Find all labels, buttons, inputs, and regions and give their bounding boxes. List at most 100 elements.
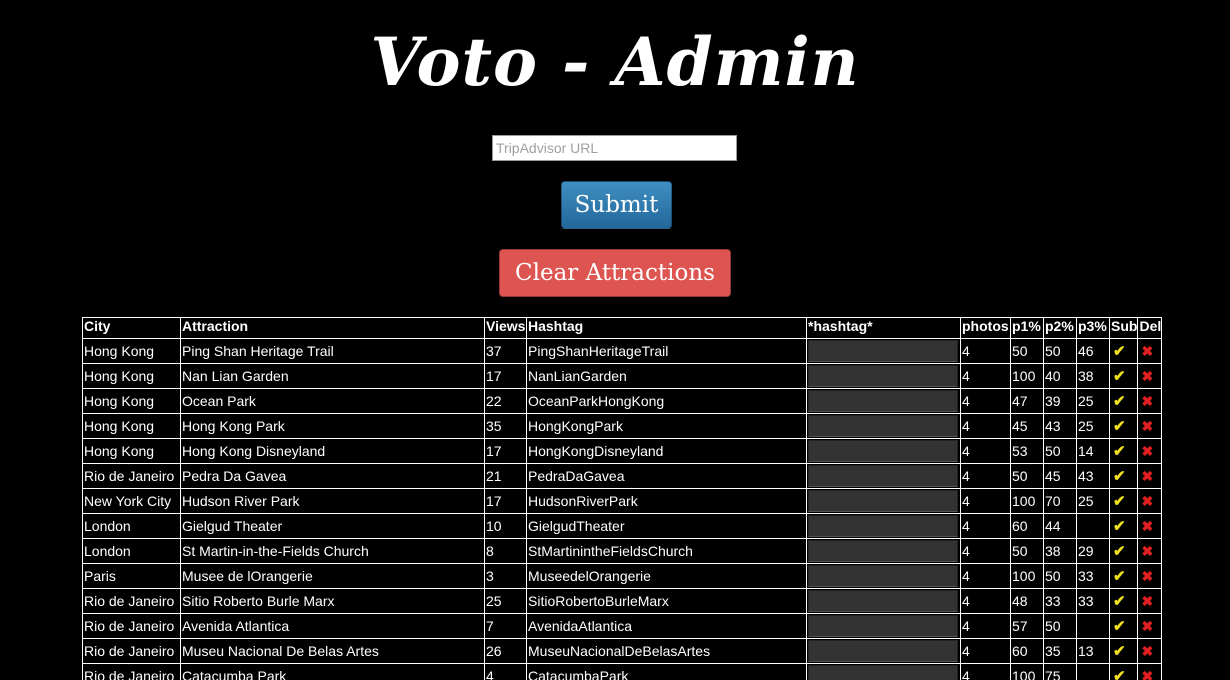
table-row: Hong Kong Hong Kong Disneyland 17 HongKongD…	[82, 438, 1163, 464]
cell-sub: ✔	[1108, 538, 1139, 564]
cell-del: ✖	[1137, 338, 1163, 364]
check-icon[interactable]: ✔	[1111, 518, 1126, 535]
check-icon[interactable]: ✔	[1111, 343, 1126, 360]
cell-sub: ✔	[1108, 613, 1139, 639]
cell-p3: 43	[1076, 463, 1110, 489]
table-row: Hong Kong Hong Kong Park 35 HongKongPark 4 45…	[82, 413, 1163, 439]
cell-city: Hong Kong	[82, 388, 181, 414]
cell-p1: 45	[1010, 413, 1044, 439]
cell-p2: 50	[1043, 563, 1077, 589]
cell-photos: 4	[960, 663, 1011, 680]
table-row: Hong Kong Ping Shan Heritage Trail 37 PingS…	[82, 338, 1163, 364]
cell-del: ✖	[1137, 488, 1163, 514]
delete-x-icon[interactable]: ✖	[1139, 468, 1153, 484]
cell-city: Hong Kong	[82, 413, 181, 439]
cell-hashtag-edit	[806, 613, 961, 639]
cell-hashtag-edit	[806, 463, 961, 489]
hashtag-input[interactable]	[808, 565, 958, 587]
delete-x-icon[interactable]: ✖	[1139, 543, 1153, 559]
cell-attraction: Nan Lian Garden	[180, 363, 485, 389]
check-icon[interactable]: ✔	[1111, 543, 1126, 560]
cell-hashtag-edit	[806, 663, 961, 680]
check-icon[interactable]: ✔	[1111, 593, 1126, 610]
hashtag-input[interactable]	[808, 365, 958, 387]
delete-x-icon[interactable]: ✖	[1139, 368, 1153, 384]
delete-x-icon[interactable]: ✖	[1139, 443, 1153, 459]
table-row: Rio de Janeiro Sitio Roberto Burle Marx 25…	[82, 588, 1163, 614]
cell-sub: ✔	[1108, 663, 1139, 680]
cell-p2: 44	[1043, 513, 1077, 539]
check-icon[interactable]: ✔	[1111, 493, 1126, 510]
hashtag-input[interactable]	[808, 540, 958, 562]
hashtag-input[interactable]	[808, 440, 958, 462]
delete-x-icon[interactable]: ✖	[1139, 393, 1153, 409]
check-icon[interactable]: ✔	[1111, 468, 1126, 485]
clear-attractions-button[interactable]: Clear Attractions	[499, 249, 731, 297]
cell-photos: 4	[960, 513, 1011, 539]
check-icon[interactable]: ✔	[1111, 393, 1126, 410]
cell-photos: 4	[960, 488, 1011, 514]
hashtag-input[interactable]	[808, 390, 958, 412]
delete-x-icon[interactable]: ✖	[1139, 618, 1153, 634]
header-views: Views	[484, 317, 527, 339]
submit-button[interactable]: Submit	[561, 181, 672, 229]
check-icon[interactable]: ✔	[1111, 618, 1126, 635]
tripadvisor-url-input[interactable]	[492, 135, 737, 161]
delete-x-icon[interactable]: ✖	[1139, 643, 1153, 659]
cell-views: 17	[484, 363, 527, 389]
hashtag-input[interactable]	[808, 515, 958, 537]
cell-p1: 60	[1010, 513, 1044, 539]
cell-views: 10	[484, 513, 527, 539]
cell-sub: ✔	[1108, 638, 1139, 664]
cell-hashtag-edit	[806, 563, 961, 589]
check-icon[interactable]: ✔	[1111, 643, 1126, 660]
table-row: Rio de Janeiro Avenida Atlantica 7 AvenidaA…	[82, 613, 1163, 639]
cell-sub: ✔	[1108, 413, 1139, 439]
check-icon[interactable]: ✔	[1111, 668, 1126, 680]
check-icon[interactable]: ✔	[1111, 443, 1126, 460]
cell-views: 35	[484, 413, 527, 439]
cell-photos: 4	[960, 363, 1011, 389]
cell-city: Hong Kong	[82, 338, 181, 364]
table-row: Paris Musee de lOrangerie 3 MuseedelOranger…	[82, 563, 1163, 589]
delete-x-icon[interactable]: ✖	[1139, 343, 1153, 359]
cell-sub: ✔	[1108, 463, 1139, 489]
delete-x-icon[interactable]: ✖	[1139, 493, 1153, 509]
hashtag-input[interactable]	[808, 590, 958, 612]
cell-city: Hong Kong	[82, 438, 181, 464]
cell-hashtag: CatacumbaPark	[526, 663, 807, 680]
check-icon[interactable]: ✔	[1111, 418, 1126, 435]
header-hashtag: Hashtag	[526, 317, 807, 339]
cell-hashtag: SitioRobertoBurleMarx	[526, 588, 807, 614]
cell-hashtag: PedraDaGavea	[526, 463, 807, 489]
delete-x-icon[interactable]: ✖	[1139, 518, 1153, 534]
delete-x-icon[interactable]: ✖	[1139, 418, 1153, 434]
cell-hashtag: NanLianGarden	[526, 363, 807, 389]
hashtag-input[interactable]	[808, 490, 958, 512]
cell-del: ✖	[1137, 563, 1163, 589]
cell-hashtag: PingShanHeritageTrail	[526, 338, 807, 364]
cell-del: ✖	[1137, 513, 1163, 539]
hashtag-input[interactable]	[808, 465, 958, 487]
hashtag-input[interactable]	[808, 640, 958, 662]
cell-city: New York City	[82, 488, 181, 514]
delete-x-icon[interactable]: ✖	[1139, 593, 1153, 609]
cell-hashtag: HongKongPark	[526, 413, 807, 439]
hashtag-input[interactable]	[808, 665, 958, 680]
check-icon[interactable]: ✔	[1111, 368, 1126, 385]
hashtag-input[interactable]	[808, 340, 958, 362]
hashtag-input[interactable]	[808, 615, 958, 637]
cell-city: Paris	[82, 563, 181, 589]
cell-sub: ✔	[1108, 338, 1139, 364]
cell-p2: 70	[1043, 488, 1077, 514]
cell-photos: 4	[960, 438, 1011, 464]
delete-x-icon[interactable]: ✖	[1139, 668, 1153, 680]
cell-views: 37	[484, 338, 527, 364]
cell-p2: 40	[1043, 363, 1077, 389]
delete-x-icon[interactable]: ✖	[1139, 568, 1153, 584]
header-attraction: Attraction	[180, 317, 485, 339]
cell-hashtag: StMartinintheFieldsChurch	[526, 538, 807, 564]
cell-del: ✖	[1137, 363, 1163, 389]
check-icon[interactable]: ✔	[1111, 568, 1126, 585]
hashtag-input[interactable]	[808, 415, 958, 437]
